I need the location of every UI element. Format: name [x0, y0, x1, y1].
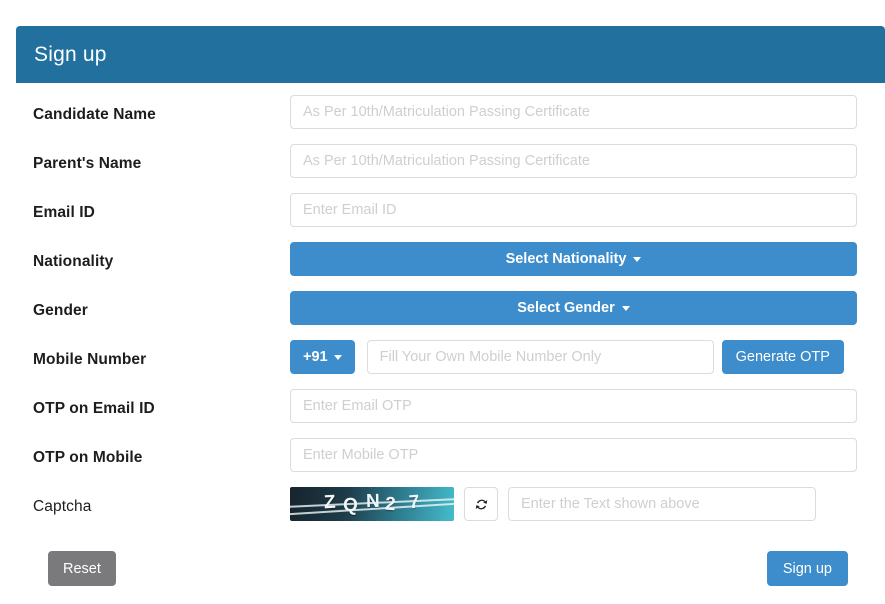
form-row-email-id: Email ID — [0, 193, 885, 242]
form-row-nationality: Nationality Select Nationality — [0, 242, 885, 291]
signup-page: Sign up Candidate Name Parent's Name Ema… — [0, 0, 885, 604]
email-id-input[interactable] — [290, 193, 857, 227]
form-footer: Reset Sign up — [0, 551, 885, 591]
control-otp-email — [290, 389, 857, 423]
control-email-id — [290, 193, 857, 227]
country-code-dropdown[interactable]: +91 — [290, 340, 355, 374]
captcha-group: Z Q N 2 7 — [290, 487, 857, 521]
captcha-refresh-button[interactable] — [464, 487, 498, 521]
label-parents-name: Parent's Name — [33, 155, 142, 172]
country-code-label: +91 — [303, 349, 328, 365]
chevron-down-icon — [633, 256, 642, 262]
parents-name-input[interactable] — [290, 144, 857, 178]
refresh-icon — [475, 499, 487, 509]
captcha-input[interactable] — [508, 487, 816, 521]
signup-form: Candidate Name Parent's Name Email ID Na… — [0, 95, 885, 536]
form-row-captcha: Captcha Z Q N 2 7 — [0, 487, 885, 536]
otp-mobile-input[interactable] — [290, 438, 857, 472]
nationality-dropdown-label: Select Nationality — [505, 251, 627, 267]
mobile-number-input[interactable] — [366, 340, 714, 374]
form-row-otp-mobile: OTP on Mobile — [0, 438, 885, 487]
label-candidate-name: Candidate Name — [33, 106, 156, 123]
label-otp-mobile: OTP on Mobile — [33, 449, 143, 466]
control-gender: Select Gender — [290, 291, 857, 325]
otp-email-input[interactable] — [290, 389, 857, 423]
control-otp-mobile — [290, 438, 857, 472]
label-mobile-number: Mobile Number — [33, 351, 147, 368]
label-email-id: Email ID — [33, 204, 95, 221]
captcha-char: Q — [343, 494, 360, 517]
panel-header: Sign up — [16, 26, 885, 83]
captcha-image: Z Q N 2 7 — [290, 487, 454, 521]
nationality-dropdown[interactable]: Select Nationality — [290, 242, 857, 276]
form-row-otp-email: OTP on Email ID — [0, 389, 885, 438]
candidate-name-input[interactable] — [290, 95, 857, 129]
gender-dropdown-label: Select Gender — [517, 300, 615, 316]
reset-button[interactable]: Reset — [48, 551, 116, 586]
form-row-candidate-name: Candidate Name — [0, 95, 885, 144]
label-nationality: Nationality — [33, 253, 114, 270]
label-captcha: Captcha — [33, 498, 92, 515]
label-otp-email: OTP on Email ID — [33, 400, 155, 417]
control-parents-name — [290, 144, 857, 178]
gender-dropdown[interactable]: Select Gender — [290, 291, 857, 325]
form-row-gender: Gender Select Gender — [0, 291, 885, 340]
captcha-char: 7 — [407, 491, 421, 514]
generate-otp-button[interactable]: Generate OTP — [721, 340, 844, 374]
captcha-char: 2 — [384, 493, 398, 516]
control-captcha: Z Q N 2 7 — [290, 487, 857, 521]
signup-button[interactable]: Sign up — [766, 551, 848, 586]
form-row-mobile-number: Mobile Number +91 Generate OTP — [0, 340, 885, 389]
chevron-down-icon — [621, 305, 630, 311]
form-row-parents-name: Parent's Name — [0, 144, 885, 193]
label-gender: Gender — [33, 302, 88, 319]
control-nationality: Select Nationality — [290, 242, 857, 276]
chevron-down-icon — [333, 354, 342, 360]
control-candidate-name — [290, 95, 857, 129]
page-title: Sign up — [34, 42, 107, 66]
mobile-input-group: +91 Generate OTP — [290, 340, 857, 374]
control-mobile-number: +91 Generate OTP — [290, 340, 857, 374]
